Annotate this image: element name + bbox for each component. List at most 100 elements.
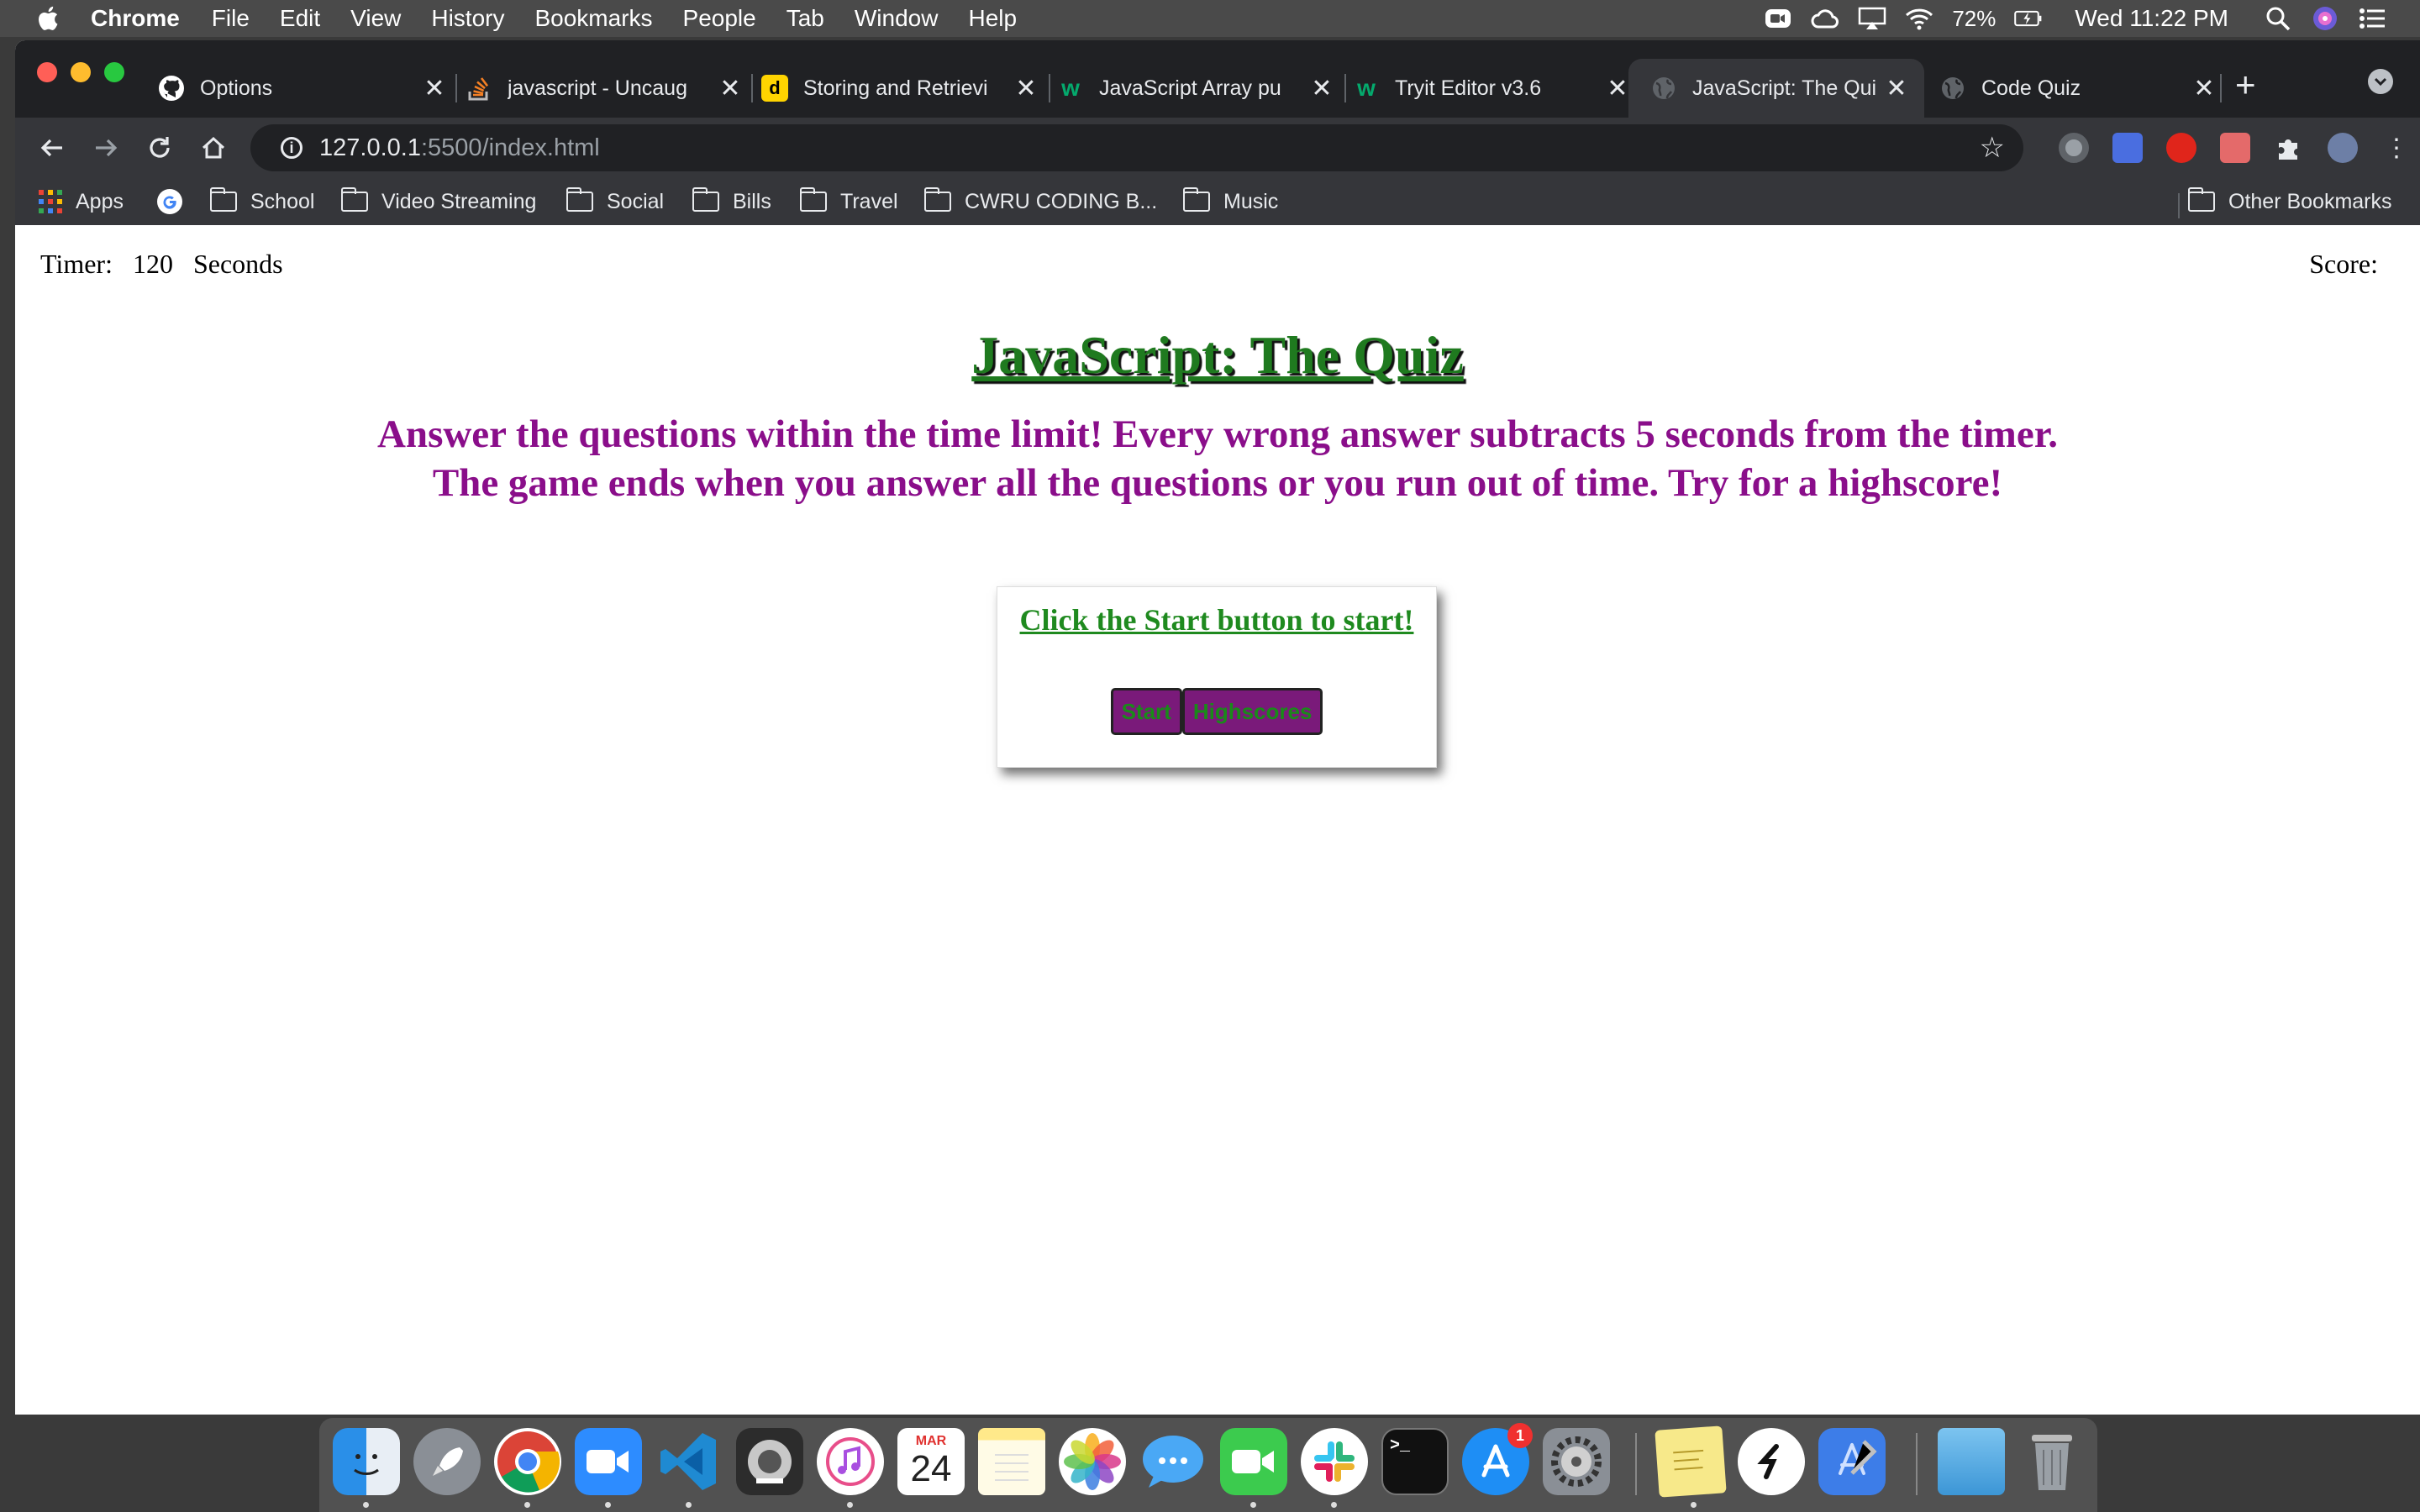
trash-icon[interactable] [2018,1428,2086,1495]
home-button[interactable] [198,133,229,163]
bookmark-label: Apps [76,189,124,213]
bookmark-folder-bills[interactable]: Bills [692,186,771,217]
messages-icon[interactable] [1139,1428,1207,1495]
forward-button[interactable] [91,133,121,163]
slack-icon[interactable] [1301,1428,1368,1495]
terminal-icon[interactable]: >_ [1381,1428,1449,1495]
menu-clock[interactable]: Wed 11:22 PM [2075,5,2228,32]
dock-separator [1635,1433,1637,1495]
battery-charging-icon[interactable] [2014,6,2043,31]
folder-icon [799,187,827,212]
spotlight-search-icon[interactable] [2264,6,2292,31]
bookmark-google[interactable] [156,186,183,217]
tab-close-icon[interactable]: ✕ [1013,74,1039,103]
finder-icon[interactable] [333,1428,400,1495]
downloads-folder-icon[interactable] [1938,1428,2005,1495]
close-window-button[interactable] [37,62,57,82]
folder-icon [340,187,368,212]
highscores-button[interactable]: Highscores [1181,688,1323,735]
tab-close-icon[interactable]: ✕ [718,74,743,103]
stackoverflow-icon [466,75,492,102]
menu-bookmarks[interactable]: Bookmarks [534,5,652,32]
xcode-icon[interactable] [1818,1428,1886,1495]
profile-avatar[interactable] [2328,133,2358,163]
notification-center-icon[interactable] [2358,6,2386,31]
arrow-right-icon [96,139,118,157]
tab-stackoverflow[interactable]: javascript - Uncaug ✕ [466,59,743,118]
tab-tryit-editor[interactable]: w Tryit Editor v3.6 ✕ [1353,59,1630,118]
menu-window[interactable]: Window [855,5,939,32]
tab-title: JavaScript: The Qui [1692,76,1877,100]
bookmark-folder-school[interactable]: School [209,186,314,217]
zoom-status-icon[interactable] [1764,6,1792,31]
stickies-icon[interactable] [1655,1425,1727,1498]
tab-close-icon[interactable]: ✕ [2191,74,2217,103]
tab-search-button[interactable] [2368,69,2393,94]
menu-file[interactable]: File [212,5,250,32]
menu-help[interactable]: Help [968,5,1017,32]
tab-dev[interactable]: d Storing and Retrievi ✕ [761,59,1039,118]
logic-app-icon[interactable] [736,1428,803,1495]
back-button[interactable] [37,133,67,163]
calendar-icon[interactable]: MAR 24 [897,1428,965,1495]
adblock-hand-icon[interactable] [2166,133,2196,163]
splice-app-icon[interactable] [1738,1428,1805,1495]
vscode-icon[interactable] [655,1428,723,1495]
extensions-puzzle-icon[interactable] [2274,133,2304,163]
extension-circle-icon[interactable] [2059,133,2089,163]
bookmark-folder-travel[interactable]: Travel [799,186,898,217]
bookmark-label: Bills [733,189,771,213]
menu-view[interactable]: View [350,5,401,32]
tab-w3schools-array[interactable]: w JavaScript Array pu ✕ [1057,59,1334,118]
screenshot-camera-icon[interactable] [2112,133,2143,163]
apple-menu-icon[interactable] [34,4,60,33]
tab-title: Storing and Retrievi [803,76,988,100]
bookmark-star-icon[interactable]: ☆ [1980,131,2005,165]
launchpad-rocket-icon[interactable] [413,1428,481,1495]
facetime-icon[interactable] [1220,1428,1287,1495]
tab-code-quiz[interactable]: Code Quiz ✕ [1939,59,2217,118]
menu-history[interactable]: History [431,5,504,32]
bookmark-folder-music[interactable]: Music [1182,186,1278,217]
video-extension-icon[interactable] [2220,133,2250,163]
start-button[interactable]: Start [1110,688,1182,735]
bookmark-folder-video-streaming[interactable]: Video Streaming [340,186,536,217]
chrome-icon[interactable] [494,1428,561,1495]
chrome-menu-icon[interactable]: ⋮ [2381,133,2412,163]
arrow-left-icon [40,139,62,157]
system-preferences-gear-icon[interactable] [1543,1428,1610,1495]
tab-javascript-quiz[interactable]: JavaScript: The Qui ✕ [1628,59,1924,118]
address-url[interactable]: 127.0.0.1:5500/index.html [319,134,600,162]
w3schools-icon: w [1061,75,1080,101]
folder-icon [1182,187,1210,212]
creative-cloud-icon[interactable] [1811,6,1839,31]
bookmark-apps[interactable]: Apps [39,186,124,217]
tab-close-icon[interactable]: ✕ [1605,74,1630,103]
bookmark-other-bookmarks[interactable]: Other Bookmarks [2187,186,2392,217]
tab-close-icon[interactable]: ✕ [1884,74,1909,103]
tab-strip: Options ✕ javascript - Uncaug ✕ d Storin… [15,40,2420,118]
bookmark-folder-cwru-coding[interactable]: CWRU CODING B... [923,186,1157,217]
wifi-icon[interactable] [1905,6,1933,31]
airplay-icon[interactable] [1858,6,1886,31]
button-row: Start Highscores [997,688,1436,735]
zoom-window-button[interactable] [104,62,124,82]
tab-close-icon[interactable]: ✕ [422,74,447,103]
reload-button[interactable] [145,133,175,163]
site-info-icon[interactable]: i [281,137,302,159]
menu-edit[interactable]: Edit [280,5,320,32]
notes-icon[interactable] [978,1428,1045,1495]
tab-options[interactable]: Options ✕ [158,59,447,118]
photos-icon[interactable] [1059,1428,1126,1495]
zoom-app-icon[interactable] [575,1428,642,1495]
menu-app-name[interactable]: Chrome [91,5,180,32]
menu-people[interactable]: People [683,5,756,32]
siri-icon[interactable] [2311,6,2339,31]
minimize-window-button[interactable] [71,62,91,82]
address-bar[interactable]: i 127.0.0.1:5500/index.html ☆ [250,124,2023,171]
itunes-music-icon[interactable] [817,1428,884,1495]
tab-close-icon[interactable]: ✕ [1309,74,1334,103]
new-tab-button[interactable]: + [2235,67,2256,102]
bookmark-folder-social[interactable]: Social [566,186,664,217]
menu-tab[interactable]: Tab [786,5,824,32]
